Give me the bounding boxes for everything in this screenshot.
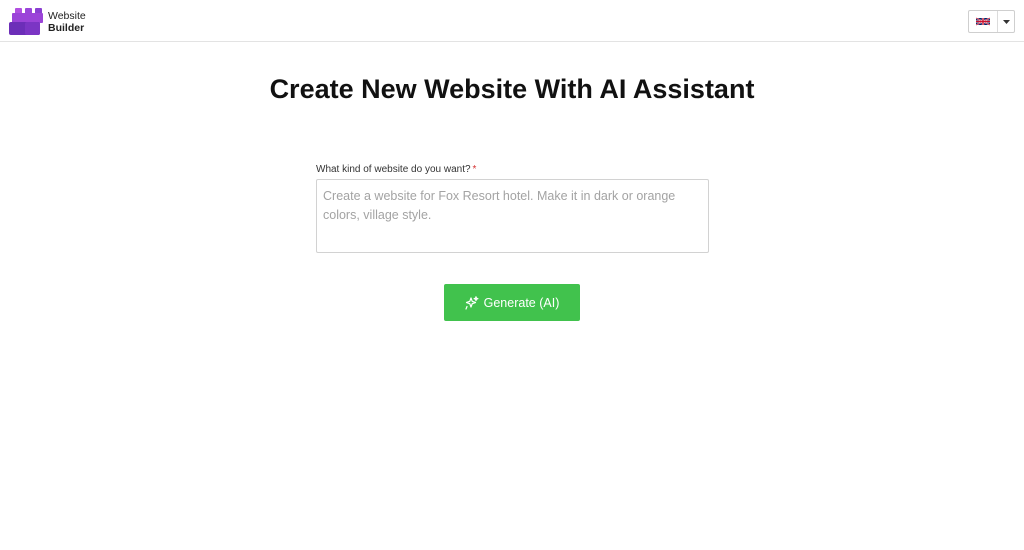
logo-text: Website Builder: [48, 11, 86, 34]
website-prompt-input[interactable]: [316, 179, 709, 253]
prompt-label: What kind of website do you want? *: [316, 164, 476, 175]
logo-line-1: Website: [48, 10, 86, 22]
language-caret[interactable]: [998, 11, 1014, 32]
uk-flag-icon: [976, 17, 990, 26]
brick-logo-icon: [9, 8, 43, 35]
prompt-label-text: What kind of website do you want?: [316, 164, 471, 175]
language-selector[interactable]: [968, 10, 1015, 33]
generate-ai-button[interactable]: Generate (AI): [444, 284, 580, 321]
website-builder-logo[interactable]: Website Builder: [9, 7, 89, 35]
required-marker: *: [472, 164, 477, 175]
sparkle-icon: [465, 295, 479, 310]
top-bar: Website Builder: [0, 0, 1024, 42]
page-title: Create New Website With AI Assistant: [269, 74, 755, 104]
language-flag: [969, 11, 998, 32]
caret-down-icon: [1002, 19, 1010, 24]
logo-line-2: Builder: [48, 22, 85, 34]
generate-button-label: Generate (AI): [483, 295, 560, 310]
